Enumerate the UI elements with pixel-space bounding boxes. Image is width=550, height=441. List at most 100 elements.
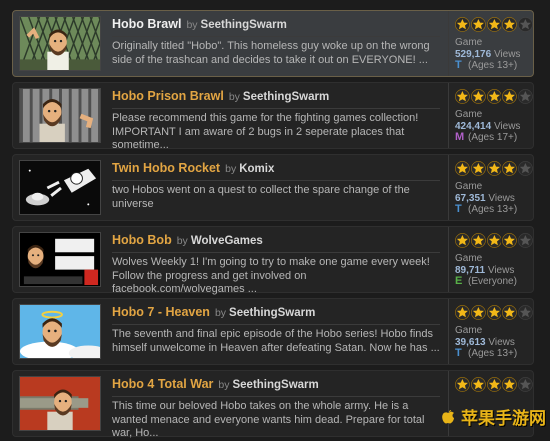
views-number: 89,711 — [455, 264, 486, 276]
watermark: 苹果手游网 — [438, 404, 546, 429]
star-full-icon — [470, 232, 486, 248]
views-count: 424,414 Views — [455, 121, 533, 133]
star-rating — [455, 376, 533, 392]
star-full-icon — [470, 304, 486, 320]
author-link[interactable]: SeethingSwarm — [232, 379, 318, 391]
by-label: by — [225, 163, 237, 175]
game-description: Originally titled "Hobo". This homeless … — [112, 40, 430, 66]
game-description: Please recommend this game for the fight… — [112, 112, 419, 151]
game-description: This time our beloved Hobo takes on the … — [112, 400, 425, 439]
game-title-link[interactable]: Twin Hobo Rocket — [112, 161, 220, 175]
views-label: Views — [487, 264, 515, 276]
rating-text: (Ages 13+) — [468, 60, 518, 71]
content-rating: E (Everyone) — [455, 275, 533, 288]
views-label: Views — [488, 336, 515, 348]
title-line: Hobo 7 - Heaven by SeethingSwarm — [112, 304, 440, 321]
views-number: 529,176 — [455, 48, 492, 60]
apple-logo-icon — [442, 409, 454, 423]
star-full-icon — [486, 160, 502, 176]
divider — [112, 180, 440, 181]
game-row[interactable]: Hobo Brawl by SeethingSwarm Originally tit… — [12, 10, 534, 77]
star-full-icon — [486, 304, 502, 320]
divider — [112, 252, 440, 253]
game-title-link[interactable]: Hobo 4 Total War — [112, 377, 213, 391]
star-full-icon — [486, 232, 502, 248]
views-number: 39,613 — [455, 336, 486, 348]
game-thumbnail[interactable] — [19, 304, 101, 359]
game-info: Twin Hobo Rocket by Komix two Hobos went o… — [101, 155, 448, 220]
star-full-icon — [486, 16, 502, 32]
category-label: Game — [455, 181, 483, 192]
views-count: 89,711 Views — [455, 265, 533, 277]
content-rating: T (Ages 13+) — [455, 203, 533, 216]
rating-text: (Ages 13+) — [468, 204, 518, 215]
by-label: by — [228, 91, 240, 103]
game-row[interactable]: Hobo 7 - Heaven by SeethingSwarm The seven… — [12, 298, 534, 365]
game-meta: Game 424,414 Views M (Ages 17+) — [448, 83, 533, 148]
author-link[interactable]: WolveGames — [191, 235, 263, 247]
star-full-icon — [502, 304, 518, 320]
title-line: Hobo 4 Total War by SeethingSwarm — [112, 376, 440, 393]
star-full-icon — [502, 376, 518, 392]
divider — [112, 108, 440, 109]
star-rating — [455, 304, 533, 320]
category-label: Game — [455, 253, 483, 264]
star-full-icon — [455, 376, 470, 392]
title-line: Hobo Prison Brawl by SeethingSwarm — [112, 88, 440, 105]
game-thumbnail[interactable] — [19, 88, 101, 143]
game-row[interactable]: Hobo Bob by WolveGames Wolves Weekly 1! I'… — [12, 226, 534, 295]
author-link[interactable]: SeethingSwarm — [243, 91, 329, 103]
game-title-link[interactable]: Hobo 7 - Heaven — [112, 305, 210, 319]
views-label: Views — [488, 192, 515, 204]
category-label: Game — [455, 325, 483, 336]
game-title-link[interactable]: Hobo Prison Brawl — [112, 89, 224, 103]
game-title-link[interactable]: Hobo Brawl — [112, 17, 181, 31]
game-thumbnail[interactable] — [19, 376, 101, 431]
author-link[interactable]: SeethingSwarm — [201, 19, 287, 31]
rating-text: (Ages 17+) — [468, 132, 518, 143]
game-title-link[interactable]: Hobo Bob — [112, 233, 172, 247]
divider — [112, 324, 440, 325]
views-number: 424,414 — [455, 120, 492, 132]
star-full-icon — [470, 88, 486, 104]
game-meta: Game 39,613 Views T (Ages 13+) — [448, 299, 533, 364]
star-rating — [455, 88, 533, 104]
game-info: Hobo Prison Brawl by SeethingSwarm Please … — [101, 83, 448, 151]
rating-text: (Everyone) — [468, 276, 517, 287]
game-thumbnail[interactable] — [19, 160, 101, 215]
author-link[interactable]: SeethingSwarm — [229, 307, 315, 319]
rating-letter-icon: T — [455, 59, 462, 71]
author-link[interactable]: Komix — [239, 163, 274, 175]
by-label: by — [186, 19, 198, 31]
star-full-icon — [455, 304, 470, 320]
game-thumbnail[interactable] — [19, 16, 101, 71]
views-count: 39,613 Views — [455, 337, 533, 349]
star-full-icon — [455, 232, 470, 248]
game-info: Hobo Bob by WolveGames Wolves Weekly 1! I'… — [101, 227, 448, 295]
star-rating — [455, 232, 533, 248]
category-label: Game — [455, 109, 483, 120]
game-info: Hobo Brawl by SeethingSwarm Originally tit… — [101, 11, 448, 76]
game-description: Wolves Weekly 1! I'm going to try to mak… — [112, 256, 430, 295]
star-full-icon — [455, 16, 470, 32]
star-full-icon — [502, 232, 518, 248]
star-full-icon — [470, 160, 486, 176]
game-row[interactable]: Hobo Prison Brawl by SeethingSwarm Please … — [12, 82, 534, 151]
watermark-text: 苹果手游网 — [461, 409, 546, 428]
star-full-icon — [455, 160, 470, 176]
views-label: Views — [493, 120, 521, 132]
star-empty-icon — [518, 232, 533, 248]
rating-letter-icon: T — [455, 203, 462, 215]
by-label: by — [176, 235, 188, 247]
game-row[interactable]: Twin Hobo Rocket by Komix two Hobos went o… — [12, 154, 534, 221]
game-meta: Game 89,711 Views E (Everyone) — [448, 227, 533, 292]
content-rating: M (Ages 17+) — [455, 131, 533, 144]
game-description: two Hobos went on a quest to collect the… — [112, 184, 410, 210]
star-empty-icon — [518, 16, 533, 32]
rating-letter-icon: T — [455, 347, 462, 359]
category-label: Game — [455, 37, 483, 48]
game-thumbnail[interactable] — [19, 232, 101, 287]
star-full-icon — [486, 376, 502, 392]
star-rating — [455, 16, 533, 32]
rating-letter-icon: E — [455, 275, 463, 287]
